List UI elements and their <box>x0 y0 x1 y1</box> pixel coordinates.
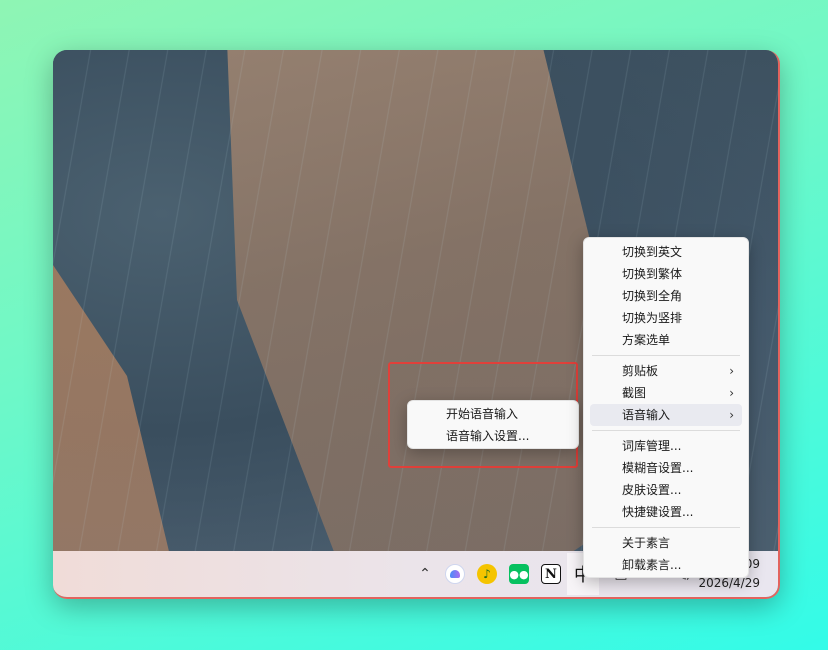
menu-item-switch-fullwidth[interactable]: 切换到全角 <box>590 285 742 307</box>
menu-item-label: 截图 <box>622 386 647 400</box>
menu-item-voice-input-settings[interactable]: 语音输入设置... <box>414 425 572 447</box>
menu-separator <box>592 527 740 528</box>
chevron-right-icon: › <box>729 386 734 400</box>
menu-item-start-voice-input[interactable]: 开始语音输入 <box>414 403 572 425</box>
menu-item-about[interactable]: 关于素言 <box>590 532 742 554</box>
menu-separator <box>592 355 740 356</box>
menu-item-label: 语音输入 <box>622 408 671 422</box>
menu-item-switch-traditional[interactable]: 切换到繁体 <box>590 263 742 285</box>
menu-item-label: 剪贴板 <box>622 364 659 378</box>
chevron-up-icon[interactable]: ⌃ <box>415 564 435 584</box>
menu-item-clipboard[interactable]: 剪贴板 › <box>590 360 742 382</box>
chevron-right-icon: › <box>729 364 734 378</box>
menu-item-skin-settings[interactable]: 皮肤设置... <box>590 479 742 501</box>
notion-icon[interactable]: N <box>541 564 561 584</box>
chevron-right-icon: › <box>729 408 734 422</box>
menu-item-dictionary-manager[interactable]: 词库管理... <box>590 435 742 457</box>
menu-item-screenshot[interactable]: 截图 › <box>590 382 742 404</box>
menu-item-switch-vertical[interactable]: 切换为竖排 <box>590 307 742 329</box>
menu-item-voice-input[interactable]: 语音输入 › <box>590 404 742 426</box>
baidu-netdisk-icon[interactable] <box>445 564 465 584</box>
ime-context-menu: 切换到英文 切换到繁体 切换到全角 切换为竖排 方案选单 剪贴板 › 截图 › … <box>583 237 749 578</box>
menu-separator <box>592 430 740 431</box>
wechat-icon[interactable]: ●● <box>509 564 529 584</box>
menu-item-uninstall[interactable]: 卸载素言... <box>590 554 742 576</box>
menu-item-fuzzy-pinyin-settings[interactable]: 模糊音设置... <box>590 457 742 479</box>
voice-input-submenu: 开始语音输入 语音输入设置... <box>407 400 579 449</box>
menu-item-scheme-menu[interactable]: 方案选单 <box>590 329 742 351</box>
music-icon[interactable]: ♪ <box>477 564 497 584</box>
menu-item-hotkey-settings[interactable]: 快捷键设置... <box>590 501 742 523</box>
menu-item-switch-english[interactable]: 切换到英文 <box>590 241 742 263</box>
